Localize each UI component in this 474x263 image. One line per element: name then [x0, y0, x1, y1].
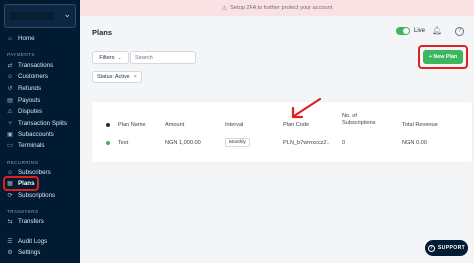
sidebar-item-transactions[interactable]: ⇄ Transactions	[6, 60, 53, 71]
column-header-subscriptions[interactable]: No. of Subscriptions	[342, 113, 382, 127]
support-button[interactable]: ? SUPPORT	[425, 240, 468, 256]
column-header-interval[interactable]: Interval	[225, 122, 243, 129]
sidebar-item-audit-logs[interactable]: ☰ Audit Logs	[6, 236, 47, 247]
new-plan-button[interactable]: + New Plan	[423, 50, 463, 64]
home-icon: ⌂	[8, 35, 12, 42]
plan-name-cell: Test	[118, 140, 129, 146]
disputes-icon: ⚠	[7, 109, 13, 115]
sidebar-item-payouts[interactable]: ▤ Payouts	[6, 95, 40, 106]
sidebar-item-settings[interactable]: ⚙ Settings	[6, 247, 40, 258]
interval-badge: Monthly	[225, 138, 250, 147]
subscriptions-cell: 0	[342, 140, 346, 146]
amount-cell: NGN 1,000.00	[165, 140, 201, 146]
customers-icon: ☺	[6, 73, 14, 80]
search-input[interactable]	[130, 51, 196, 64]
business-switcher[interactable]: ⌄	[4, 4, 76, 28]
transfers-icon: ⇆	[7, 219, 13, 225]
close-icon[interactable]: ×	[134, 74, 137, 80]
column-header-amount[interactable]: Amount	[165, 122, 184, 129]
plans-icon: ▦	[7, 181, 13, 187]
gear-icon: ⚙	[7, 250, 13, 256]
terminal-icon: ▭	[7, 143, 13, 149]
column-header-plan-name[interactable]: Plan Name	[118, 122, 146, 129]
sidebar-heading-payments: PAYMENTS	[7, 52, 35, 57]
filters-button[interactable]: Filters ⌄	[92, 51, 129, 64]
sidebar: ⌄ ⌂ Home PAYMENTS ⇄ Transactions ☺ Customer…	[0, 0, 80, 263]
warning-icon: ⚠	[221, 5, 228, 12]
refunds-icon: ↺	[7, 86, 13, 92]
subscriptions-icon: ⟳	[7, 193, 13, 199]
transactions-icon: ⇄	[7, 63, 13, 69]
annotation-arrow-icon	[291, 97, 322, 119]
sidebar-item-home[interactable]: ⌂ Home	[6, 33, 34, 44]
total-revenue-cell: NGN 0.00	[402, 140, 427, 146]
page-title: Plans	[92, 28, 113, 37]
banner-text: Setup 2FA to further protect your accoun…	[230, 5, 333, 11]
audit-log-icon: ☰	[7, 239, 13, 245]
sidebar-heading-transfers: TRANSFERS	[7, 209, 39, 214]
column-header-plan-code[interactable]: Plan Code	[283, 122, 309, 129]
sidebar-item-subscriptions[interactable]: ⟳ Subscriptions	[6, 190, 55, 201]
sidebar-item-subaccounts[interactable]: ▣ Subaccounts	[6, 129, 54, 140]
split-icon: ⑂	[8, 120, 12, 127]
live-label: Live	[414, 28, 426, 34]
status-filter-chip[interactable]: Status: Active ×	[92, 71, 142, 83]
sidebar-item-refunds[interactable]: ↺ Refunds	[6, 83, 41, 94]
plans-table: Plan Name Amount Interval Plan Code No. …	[92, 102, 472, 162]
sidebar-item-transfers[interactable]: ⇆ Transfers	[6, 216, 43, 227]
sidebar-item-plans[interactable]: ▦ Plans	[6, 178, 34, 189]
live-mode-toggle[interactable]	[396, 27, 410, 35]
support-label: SUPPORT	[437, 245, 466, 251]
header-status-dot	[106, 123, 110, 127]
sidebar-item-transaction-splits[interactable]: ⑂ Transaction Splits	[6, 118, 67, 129]
subaccounts-icon: ▣	[7, 132, 13, 138]
bell-icon[interactable]: 🔔︎	[432, 26, 442, 35]
help-icon[interactable]: ?	[455, 27, 464, 36]
plan-code-cell: PLN_b7wrnxccz2...	[283, 140, 329, 146]
payouts-icon: ▤	[7, 98, 13, 104]
active-status-dot	[106, 141, 110, 145]
filters-label: Filters	[99, 54, 115, 61]
column-header-total-revenue[interactable]: Total Revenue	[402, 122, 438, 129]
business-name-redacted	[10, 12, 54, 20]
sidebar-heading-recurring: RECURRING	[7, 160, 39, 165]
sidebar-item-customers[interactable]: ☺ Customers	[6, 71, 48, 82]
security-banner: ⚠ Setup 2FA to further protect your acco…	[80, 0, 474, 16]
help-icon: ?	[427, 244, 435, 252]
sidebar-item-terminals[interactable]: ▭ Terminals	[6, 140, 44, 151]
status-chip-label: Status: Active	[97, 74, 130, 80]
sidebar-item-disputes[interactable]: ⚠ Disputes	[6, 106, 42, 117]
chevron-down-icon: ⌄	[63, 9, 71, 19]
main-content: ⚠ Setup 2FA to further protect your acco…	[80, 0, 474, 263]
chevron-down-icon: ⌄	[117, 54, 122, 61]
